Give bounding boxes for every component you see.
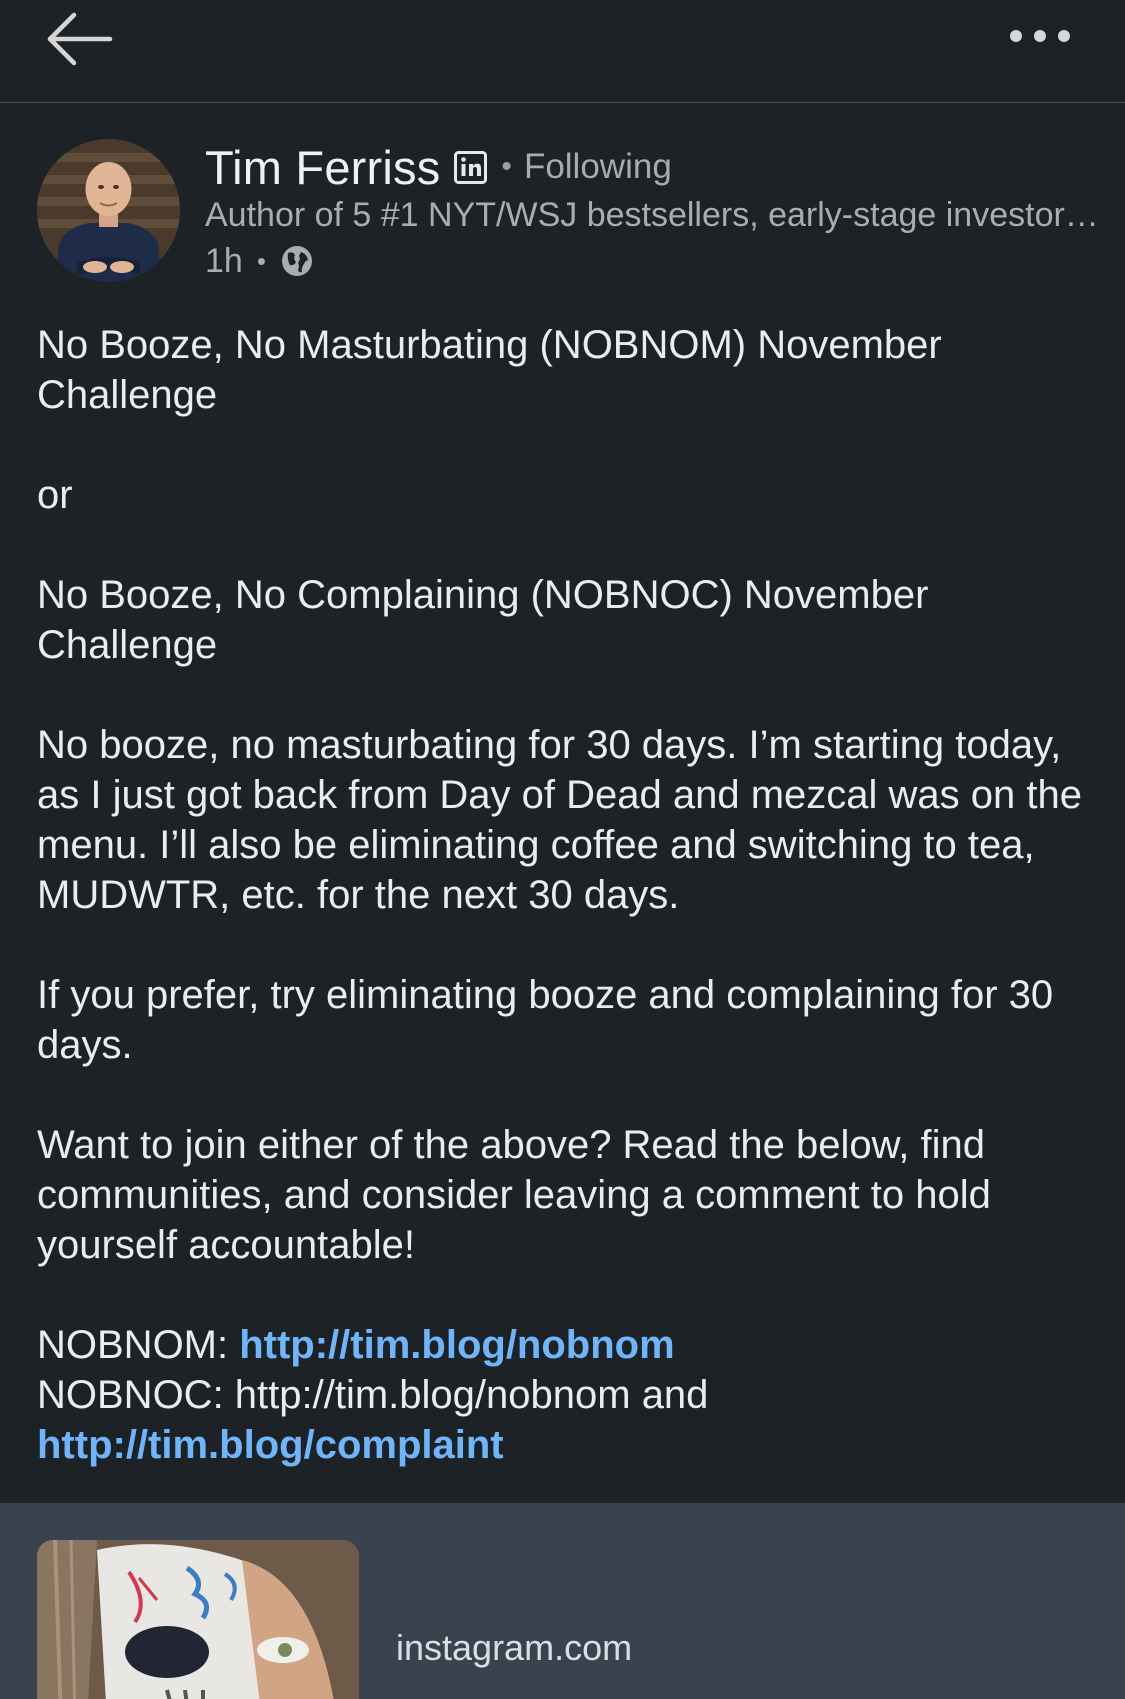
more-horizontal-icon [1010,30,1070,42]
author-name[interactable]: Tim Ferriss [205,140,440,195]
separator-dot: • [256,245,266,276]
linkedin-icon [454,150,488,184]
link-preview-card[interactable]: instagram.com [0,1503,1125,1699]
separator-dot: • [501,150,512,183]
nobnom-label: NOBNOM: [37,1323,240,1367]
link-preview-image [37,1540,359,1699]
nobnom-link[interactable]: http://tim.blog/nobnom [239,1323,674,1367]
post-paragraph: No Booze, No Complaining (NOBNOC) Novemb… [37,573,929,667]
author-name-row: Tim Ferriss • Following [205,139,672,195]
back-button[interactable] [44,4,124,74]
top-bar [0,0,1125,103]
post-links: NOBNOM: http://tim.blog/nobnom NOBNOC: h… [37,1320,1097,1470]
post-header: Tim Ferriss • Following Author of 5 #1 N… [0,103,1125,293]
author-headline: Author of 5 #1 NYT/WSJ bestsellers, earl… [205,196,1105,234]
complaint-link[interactable]: http://tim.blog/complaint [37,1423,504,1467]
globe-icon [280,244,314,278]
post-paragraph: Want to join either of the above? Read t… [37,1123,991,1267]
post-paragraph: No Booze, No Masturbating (NOBNOM) Novem… [37,323,942,417]
author-avatar[interactable] [37,139,180,282]
more-options-button[interactable] [1000,14,1080,58]
nobnoc-label: NOBNOC: http://tim.blog/nobnom and [37,1373,709,1417]
arrow-left-icon [47,12,113,66]
follow-status[interactable]: Following [524,147,672,187]
link-preview-domain: instagram.com [396,1627,633,1668]
post-paragraph: No booze, no masturbating for 30 days. I… [37,723,1082,917]
post-time: 1h [205,241,243,280]
post-paragraph: or [37,473,73,517]
post-paragraph: If you prefer, try eliminating booze and… [37,973,1054,1067]
post-body: No Booze, No Masturbating (NOBNOM) Novem… [37,320,1097,1470]
post-meta: 1h • [205,241,314,281]
